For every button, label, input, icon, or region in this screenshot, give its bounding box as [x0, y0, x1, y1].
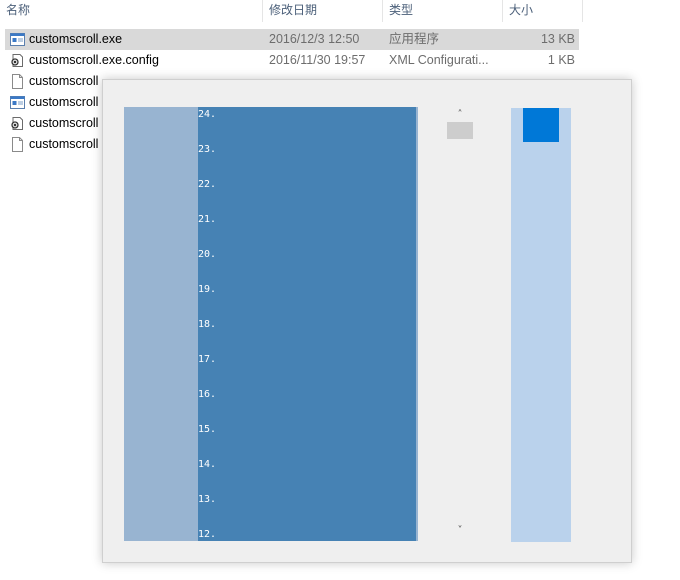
list-item-number: 14. — [198, 459, 217, 470]
config-icon — [10, 116, 25, 131]
vertical-scrollbar[interactable]: ˄ ˅ — [444, 107, 476, 541]
scrollbar-thumb[interactable] — [447, 122, 473, 139]
list-item-number: 12. — [198, 529, 217, 540]
column-header-name[interactable]: 名称 — [0, 0, 263, 22]
config-icon — [10, 53, 25, 68]
exe-icon — [10, 32, 25, 47]
list-item-number: 19. — [198, 284, 217, 295]
column-header-name-label: 名称 — [6, 3, 31, 17]
file-row[interactable]: customscroll.exe 2016/12/3 12:50 应用程序 13 KB — [5, 29, 579, 50]
list-item-number: 20. — [198, 249, 217, 260]
scroll-up-arrow-icon[interactable]: ˄ — [454, 109, 466, 121]
scrollable-list-panel[interactable]: 24. 23. 22. 21. 20. 19. 18. 17. 16. 15. 14. 13. 12. — [124, 107, 418, 541]
list-item-number: 21. — [198, 214, 217, 225]
file-name: customscroll.exe — [29, 32, 123, 46]
list-item-number: 22. — [198, 179, 217, 190]
panel-right-edge — [416, 107, 418, 541]
list-item-number: 13. — [198, 494, 217, 505]
file-icon — [10, 74, 25, 89]
column-header-type[interactable]: 类型 — [383, 0, 503, 22]
list-item-number: 23. — [198, 144, 217, 155]
custom-scroll-window: 24. 23. 22. 21. 20. 19. 18. 17. 16. 15. 14. 13. 12. … — [102, 79, 632, 563]
column-header-date-label: 修改日期 — [269, 3, 318, 17]
list-item-number: 24. — [198, 109, 217, 120]
file-icon — [10, 137, 25, 152]
file-row[interactable]: customscroll.exe.config 2016/11/30 19:57 X… — [5, 50, 579, 71]
list-item-number: 16. — [198, 389, 217, 400]
custom-scrollbar-track[interactable] — [511, 108, 571, 542]
list-item-number: 18. — [198, 319, 217, 330]
file-date: 2016/11/30 19:57 — [269, 53, 366, 67]
custom-scrollbar-thumb[interactable] — [523, 108, 559, 142]
file-date: 2016/12/3 12:50 — [269, 32, 360, 46]
file-size: 1 KB — [547, 53, 575, 67]
column-header-row: 名称 修改日期 类型 大小 — [0, 0, 583, 22]
list-item-number: 17. — [198, 354, 217, 365]
column-header-size[interactable]: 大小 — [503, 0, 583, 22]
file-type: 应用程序 — [389, 32, 440, 46]
list-content-area: 24. 23. 22. 21. 20. 19. 18. 17. 16. 15. 14. 13. 12. — [198, 107, 416, 541]
column-header-type-label: 类型 — [389, 3, 414, 17]
column-header-date[interactable]: 修改日期 — [263, 0, 383, 22]
list-item-number: 15. — [198, 424, 217, 435]
column-header-size-label: 大小 — [509, 3, 534, 17]
file-type: XML Configurati... — [389, 53, 489, 67]
file-name: customscroll.exe.config — [29, 53, 159, 67]
scroll-down-arrow-icon[interactable]: ˅ — [454, 525, 466, 537]
exe-icon — [10, 95, 25, 110]
file-size: 13 KB — [540, 32, 575, 46]
